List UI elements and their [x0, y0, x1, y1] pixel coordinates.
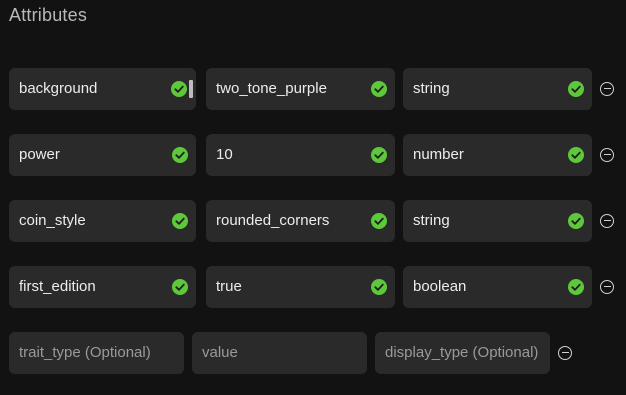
check-circle-icon [568, 81, 584, 97]
display-type-value: boolean [413, 278, 467, 295]
check-circle-icon [568, 147, 584, 163]
value-input[interactable]: rounded_corners [206, 200, 395, 242]
display-type-input[interactable]: display_type (Optional) [375, 332, 550, 374]
trait-type-value: first_edition [19, 278, 96, 295]
display-type-value: string [413, 212, 450, 229]
minus-circle-icon[interactable] [558, 346, 572, 360]
check-circle-icon [171, 81, 187, 97]
display-type-input[interactable]: string [403, 200, 592, 242]
minus-circle-icon[interactable] [600, 148, 614, 162]
display-type-placeholder: display_type (Optional) [385, 344, 539, 361]
display-type-value: string [413, 80, 450, 97]
section-title: Attributes [9, 5, 88, 25]
trait-type-value: coin_style [19, 212, 86, 229]
check-circle-icon [172, 213, 188, 229]
value-input[interactable]: true [206, 266, 395, 308]
value-placeholder: value [202, 344, 238, 361]
check-circle-icon [371, 147, 387, 163]
value-input[interactable]: value [192, 332, 367, 374]
value-input[interactable]: 10 [206, 134, 395, 176]
trait-type-input[interactable]: background [9, 68, 196, 110]
display-type-input[interactable]: boolean [403, 266, 592, 308]
display-type-value: number [413, 146, 464, 163]
text-cursor-marker [189, 80, 193, 98]
check-circle-icon [172, 147, 188, 163]
display-type-input[interactable]: number [403, 134, 592, 176]
check-circle-icon [172, 279, 188, 295]
check-circle-icon [371, 213, 387, 229]
value-text: true [216, 278, 242, 295]
trait-type-input[interactable]: first_edition [9, 266, 196, 308]
value-text: rounded_corners [216, 212, 330, 229]
value-text: 10 [216, 146, 233, 163]
trait-type-input[interactable]: power [9, 134, 196, 176]
trait-type-placeholder: trait_type (Optional) [19, 344, 151, 361]
check-circle-icon [371, 279, 387, 295]
trait-type-input[interactable]: coin_style [9, 200, 196, 242]
minus-circle-icon[interactable] [600, 280, 614, 294]
trait-type-input[interactable]: trait_type (Optional) [9, 332, 184, 374]
trait-type-value: background [19, 80, 98, 97]
check-circle-icon [568, 213, 584, 229]
value-input[interactable]: two_tone_purple [206, 68, 395, 110]
check-circle-icon [568, 279, 584, 295]
check-circle-icon [371, 81, 387, 97]
minus-circle-icon[interactable] [600, 214, 614, 228]
trait-type-value: power [19, 146, 60, 163]
display-type-input[interactable]: string [403, 68, 592, 110]
value-text: two_tone_purple [216, 80, 327, 97]
minus-circle-icon[interactable] [600, 82, 614, 96]
attributes-panel: Attributes background two_tone_purple st… [0, 0, 626, 395]
